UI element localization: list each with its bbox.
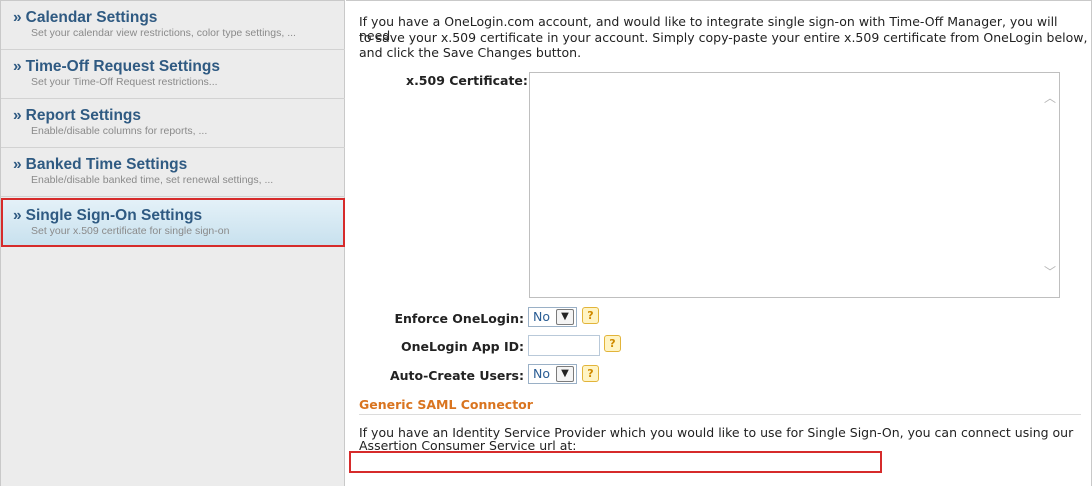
chevron-down-icon: ▼ — [556, 366, 574, 382]
generic-saml-connector-heading: Generic SAML Connector — [359, 397, 533, 412]
certificate-textarea[interactable]: ︿ ﹀ — [529, 72, 1060, 298]
acs-url-highlight — [349, 451, 882, 473]
auto-create-users-label: Auto-Create Users: — [389, 368, 524, 383]
certificate-label: x.509 Certificate: — [406, 73, 528, 88]
double-chevron-icon: » — [13, 107, 22, 124]
double-chevron-icon: » — [13, 58, 22, 75]
intro-text-line-3: and click the Save Changes button. — [359, 45, 582, 60]
help-icon[interactable]: ? — [582, 307, 599, 324]
double-chevron-icon: » — [13, 9, 22, 26]
sidebar-item-label: Single Sign-On Settings — [25, 207, 203, 224]
scroll-down-icon[interactable]: ﹀ — [1043, 265, 1057, 279]
auto-create-users-value: No — [533, 366, 550, 381]
sidebar-item-description: Enable/disable banked time, set renewal … — [31, 174, 274, 186]
sidebar-item-description: Set your x.509 certificate for single si… — [31, 225, 230, 237]
enforce-onelogin-value: No — [533, 309, 550, 324]
sidebar-item-label: Banked Time Settings — [25, 156, 188, 173]
sidebar-item-description: Enable/disable columns for reports, ... — [31, 125, 208, 137]
sidebar-item-time-off-request-settings[interactable]: » Time-Off Request Settings Set your Time… — [1, 50, 345, 99]
sidebar-item-report-settings[interactable]: » Report Settings Enable/disable columns … — [1, 99, 345, 148]
enforce-onelogin-select[interactable]: No ▼ — [528, 307, 577, 327]
intro-text-line-2: to save your x.509 certificate in your a… — [359, 30, 1088, 45]
sidebar-item-banked-time-settings[interactable]: » Banked Time Settings Enable/disable ban… — [1, 148, 345, 197]
scroll-up-icon[interactable]: ︿ — [1043, 91, 1057, 105]
sidebar-item-single-sign-on-settings[interactable]: » Single Sign-On Settings Set your x.509 … — [1, 198, 345, 247]
help-icon[interactable]: ? — [604, 335, 621, 352]
sidebar-item-label: Report Settings — [25, 107, 142, 124]
sidebar-item-description: Set your calendar view restrictions, col… — [31, 27, 296, 39]
double-chevron-icon: » — [13, 207, 22, 224]
double-chevron-icon: » — [13, 156, 22, 173]
section-divider — [359, 414, 1081, 415]
enforce-onelogin-label: Enforce OneLogin: — [394, 311, 524, 326]
chevron-down-icon: ▼ — [556, 309, 574, 325]
onelogin-app-id-label: OneLogin App ID: — [401, 339, 524, 354]
sidebar-item-calendar-settings[interactable]: » Calendar Settings Set your calendar vie… — [1, 1, 345, 50]
sso-settings-panel: If you have a OneLogin.com account, and … — [346, 0, 1092, 486]
sidebar-item-description: Set your Time-Off Request restrictions..… — [31, 76, 218, 88]
onelogin-app-id-input[interactable] — [528, 335, 600, 356]
auto-create-users-select[interactable]: No ▼ — [528, 364, 577, 384]
sidebar-item-label: Time-Off Request Settings — [25, 58, 220, 75]
sidebar-item-label: Calendar Settings — [25, 9, 158, 26]
help-icon[interactable]: ? — [582, 365, 599, 382]
settings-sidebar: » Calendar Settings Set your calendar vie… — [0, 0, 345, 486]
